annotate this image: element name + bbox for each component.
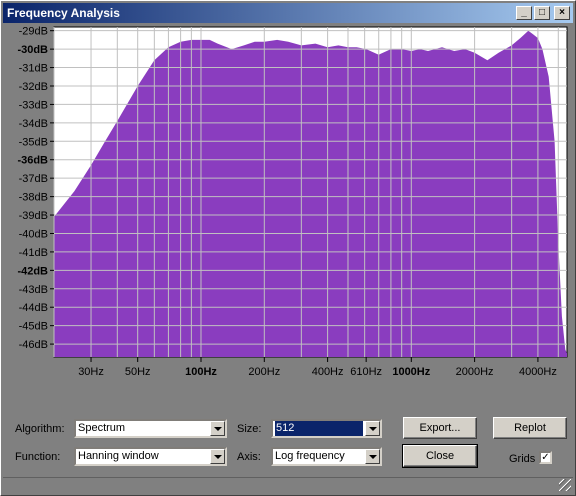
y-tick-label: -39dB [19,210,48,222]
close-window-button[interactable]: × [554,6,570,20]
size-select[interactable]: 512 [271,419,382,438]
frequency-analysis-window: Frequency Analysis _ □ × -29dB -30dB -31dB… [0,0,576,496]
function-select[interactable]: Hanning window [74,447,227,466]
grids-checkbox[interactable]: ✓ [539,451,552,464]
minimize-button[interactable]: _ [516,6,532,20]
axis-select[interactable]: Log frequency [271,447,382,466]
algorithm-value: Spectrum [78,422,126,434]
x-tick-label: 100Hz [185,366,217,378]
window-title: Frequency Analysis [7,6,120,20]
chevron-down-icon[interactable] [365,421,380,436]
algorithm-select[interactable]: Spectrum [74,419,227,438]
function-label: Function: [15,451,61,463]
x-tick-label: 2000Hz [456,366,494,378]
y-tick-label: -36dB [17,155,48,167]
y-tick-label: -45dB [19,321,48,333]
y-tick-label: -44dB [19,302,48,314]
spectrum-chart[interactable]: -29dB -30dB -31dB -32dB -33dB -34dB -35dB -36dB… [3,23,573,403]
chevron-down-icon[interactable] [210,421,225,436]
close-button[interactable]: Close [402,444,478,468]
y-tick-label: -42dB [17,265,48,277]
chevron-down-icon[interactable] [365,449,380,464]
resize-grip-icon[interactable] [559,479,571,491]
algorithm-label: Algorithm: [15,423,65,435]
y-tick-label: -34dB [19,118,48,130]
export-button[interactable]: Export... [403,417,477,439]
y-tick-label: -31dB [19,63,48,75]
title-bar[interactable]: Frequency Analysis _ □ × [3,3,573,23]
function-value: Hanning window [78,450,159,462]
x-tick-label: 4000Hz [519,366,557,378]
y-tick-label: -33dB [19,99,48,111]
replot-button[interactable]: Replot [493,417,567,439]
y-tick-label: -30dB [17,44,48,56]
axis-label: Axis: [237,451,261,463]
y-tick-label: -32dB [19,81,48,93]
y-tick-label: -37dB [19,173,48,185]
spectrum-plot-area: -29dB -30dB -31dB -32dB -33dB -34dB -35dB -36dB… [3,23,573,403]
y-tick-label: -46dB [19,339,48,351]
grids-label: Grids [509,453,536,465]
y-tick-label: -29dB [19,26,48,38]
maximize-button[interactable]: □ [534,6,550,20]
x-tick-label: 50Hz [125,366,151,378]
y-tick-label: -35dB [19,136,48,148]
status-bar [3,477,573,493]
x-tick-label: 200Hz [248,366,280,378]
y-tick-label: -40dB [19,228,48,240]
size-value: 512 [275,421,363,436]
title-bar-buttons: _ □ × [516,6,570,20]
x-tick-label: 1000Hz [392,366,430,378]
chevron-down-icon[interactable] [210,449,225,464]
x-tick-label: 400Hz [312,366,344,378]
x-tick-label: 30Hz [78,366,104,378]
y-tick-label: -38dB [19,192,48,204]
y-tick-label: -41dB [19,247,48,259]
y-tick-label: -43dB [19,284,48,296]
size-label: Size: [237,423,262,435]
x-tick-label: 610Hz [350,366,382,378]
